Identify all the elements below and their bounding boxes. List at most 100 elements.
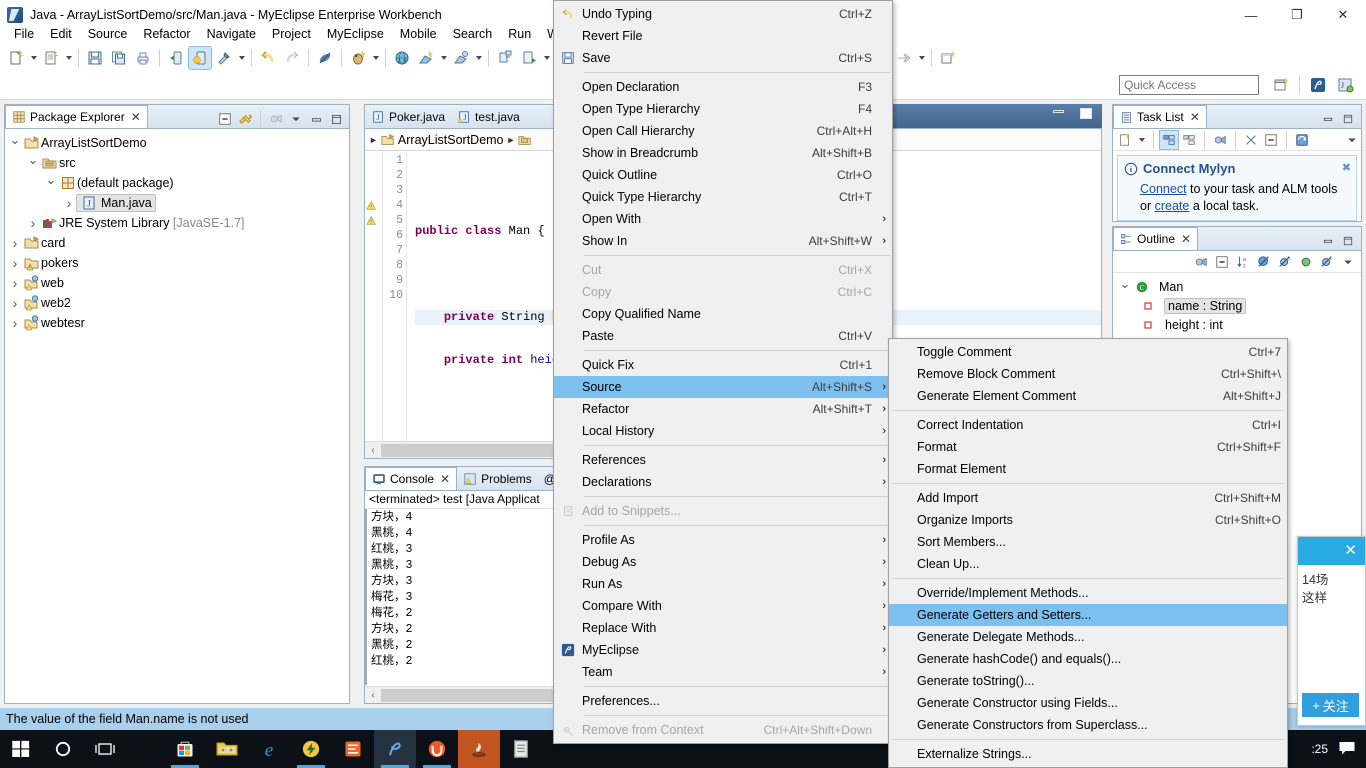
menu-item-quick-type-hierarchy[interactable]: Quick Type Hierarchy Ctrl+T — [554, 186, 892, 208]
menu-item-open-call-hierarchy[interactable]: Open Call Hierarchy Ctrl+Alt+H — [554, 120, 892, 142]
submenu-item-externalize-strings[interactable]: Externalize Strings... — [889, 743, 1287, 765]
minimize-icon[interactable] — [1053, 110, 1064, 113]
tab-problems[interactable]: Problems — [457, 467, 538, 490]
notification-icon[interactable] — [1338, 740, 1356, 759]
build-dropdown-icon[interactable] — [236, 47, 247, 69]
tree-item-web[interactable]: web — [7, 273, 349, 293]
start-button-icon[interactable] — [0, 730, 42, 768]
tree-item-default-package[interactable]: (default package) — [7, 173, 349, 193]
menu-item-copy-qualified-name[interactable]: Copy Qualified Name — [554, 303, 892, 325]
minimize-icon[interactable] — [1319, 232, 1337, 250]
run-icon[interactable] — [415, 47, 437, 69]
menu-item-refactor[interactable]: Refactor Alt+Shift+T › — [554, 398, 892, 420]
focus-on-active-task-icon[interactable] — [1192, 253, 1210, 271]
tree-item-card[interactable]: card — [7, 233, 349, 253]
minimize-icon[interactable] — [1319, 110, 1337, 128]
menu-item-remove-from-context[interactable]: Remove from Context Ctrl+Alt+Shift+Down — [554, 719, 892, 741]
warning-marker[interactable]: ! — [365, 198, 382, 213]
menu-item-paste[interactable]: Paste Ctrl+V — [554, 325, 892, 347]
maximize-icon[interactable] — [1080, 108, 1092, 119]
myeclipse-icon[interactable] — [374, 730, 416, 768]
wps-icon[interactable] — [332, 730, 374, 768]
tree-item-arraylistsortdemo[interactable]: ArrayListSortDemo — [7, 133, 349, 153]
collapse-all-icon[interactable] — [1262, 131, 1280, 149]
menu-item-cut[interactable]: Cut Ctrl+X — [554, 259, 892, 281]
new-task-icon[interactable] — [1116, 131, 1134, 149]
tree-item-src[interactable]: src — [7, 153, 349, 173]
new-item-dropdown-icon[interactable] — [63, 47, 74, 69]
focus-on-active-task-icon[interactable] — [267, 110, 285, 128]
save-all-icon[interactable] — [108, 47, 130, 69]
menu-item-team[interactable]: Team › — [554, 661, 892, 683]
maximize-icon[interactable] — [327, 110, 345, 128]
outline-item-man[interactable]: C Man — [1113, 277, 1361, 296]
outline-item-name[interactable]: name : String — [1113, 296, 1361, 315]
uc-browser-icon[interactable] — [416, 730, 458, 768]
tree-item-man-java[interactable]: J Man.java — [7, 193, 349, 213]
profile-icon[interactable] — [450, 47, 472, 69]
expand-arrow-icon[interactable] — [7, 295, 23, 311]
submenu-item-correct-indentation[interactable]: Correct Indentation Ctrl+I — [889, 414, 1287, 436]
menu-item-local-history[interactable]: Local History › — [554, 420, 892, 442]
quick-access-input[interactable] — [1119, 74, 1259, 95]
external-tools-icon[interactable] — [518, 47, 540, 69]
expand-arrow-icon[interactable] — [7, 255, 23, 271]
menu-refactor[interactable]: Refactor — [135, 25, 198, 43]
filter-completed-icon[interactable] — [1242, 131, 1260, 149]
hide-nonpublic-icon[interactable] — [1297, 253, 1315, 271]
submenu-item-remove-block-comment[interactable]: Remove Block Comment Ctrl+Shift+\ — [889, 363, 1287, 385]
new-task-dropdown-icon[interactable] — [1136, 129, 1147, 151]
scheduled-mode-icon[interactable] — [1180, 131, 1198, 149]
clock[interactable]: :25 — [1311, 742, 1328, 756]
menu-item-show-in[interactable]: Show In Alt+Shift+W › — [554, 230, 892, 252]
expand-arrow-icon[interactable] — [25, 155, 41, 171]
submenu-item-override-implement-methods[interactable]: Override/Implement Methods... — [889, 582, 1287, 604]
menu-item-debug-as[interactable]: Debug As › — [554, 551, 892, 573]
submenu-item-clean-up[interactable]: Clean Up... — [889, 553, 1287, 575]
menu-item-declarations[interactable]: Declarations › — [554, 471, 892, 493]
web20-icon[interactable]: 2.0 — [391, 47, 413, 69]
synchronize-icon[interactable] — [1293, 131, 1311, 149]
menu-item-references[interactable]: References › — [554, 449, 892, 471]
menu-search[interactable]: Search — [445, 25, 501, 43]
dismiss-icon[interactable]: ✖ — [1342, 161, 1351, 174]
submenu-item-sort-members[interactable]: Sort Members... — [889, 531, 1287, 553]
tab-poker-java[interactable]: J Poker.java — [365, 105, 451, 128]
build-hammer-icon[interactable] — [213, 47, 235, 69]
tab-outline[interactable]: Outline ✕ — [1113, 227, 1199, 250]
expand-arrow-icon[interactable] — [7, 315, 23, 331]
expand-arrow-icon[interactable] — [7, 275, 23, 291]
menu-item-source[interactable]: Source Alt+Shift+S › — [554, 376, 892, 398]
run-server-icon[interactable] — [188, 46, 212, 70]
menu-item-revert-file[interactable]: Revert File — [554, 25, 892, 47]
debug-dropdown-icon[interactable] — [370, 47, 381, 69]
myeclipse-perspective-icon[interactable] — [1306, 74, 1330, 96]
focus-on-workweek-icon[interactable] — [1211, 131, 1229, 149]
java-perspective-icon[interactable]: J — [1334, 74, 1358, 96]
tree-item-pokers[interactable]: ! pokers — [7, 253, 349, 273]
java-app-icon[interactable] — [458, 730, 500, 768]
menu-item-open-with[interactable]: Open With › — [554, 208, 892, 230]
expand-arrow-icon[interactable] — [7, 135, 23, 151]
menu-source[interactable]: Source — [80, 25, 136, 43]
submenu-item-generate-constructor-using-fields[interactable]: Generate Constructor using Fields... — [889, 692, 1287, 714]
editor-marker-gutter[interactable]: ! ! — [365, 151, 383, 458]
submenu-item-organize-imports[interactable]: Organize Imports Ctrl+Shift+O — [889, 509, 1287, 531]
expand-arrow-icon[interactable] — [25, 215, 41, 231]
thunder-download-icon[interactable] — [290, 730, 332, 768]
menu-item-open-declaration[interactable]: Open Declaration F3 — [554, 76, 892, 98]
menu-item-quick-outline[interactable]: Quick Outline Ctrl+O — [554, 164, 892, 186]
view-menu-icon[interactable] — [287, 110, 305, 128]
scroll-left-icon[interactable]: ‹ — [365, 690, 381, 701]
tree-item-webtesr[interactable]: webtesr — [7, 313, 349, 333]
close-icon[interactable]: ✕ — [1190, 110, 1200, 124]
view-menu-icon[interactable] — [1339, 253, 1357, 271]
submenu-item-add-import[interactable]: Add Import Ctrl+Shift+M — [889, 487, 1287, 509]
connect-link[interactable]: Connect — [1140, 182, 1187, 196]
print-icon[interactable] — [132, 47, 154, 69]
cortana-search-icon[interactable] — [42, 730, 84, 768]
new-item-icon[interactable] — [40, 47, 62, 69]
submenu-item-format-element[interactable]: Format Element — [889, 458, 1287, 480]
scroll-left-icon[interactable]: ‹ — [365, 445, 381, 456]
task-view-icon[interactable] — [84, 730, 126, 768]
